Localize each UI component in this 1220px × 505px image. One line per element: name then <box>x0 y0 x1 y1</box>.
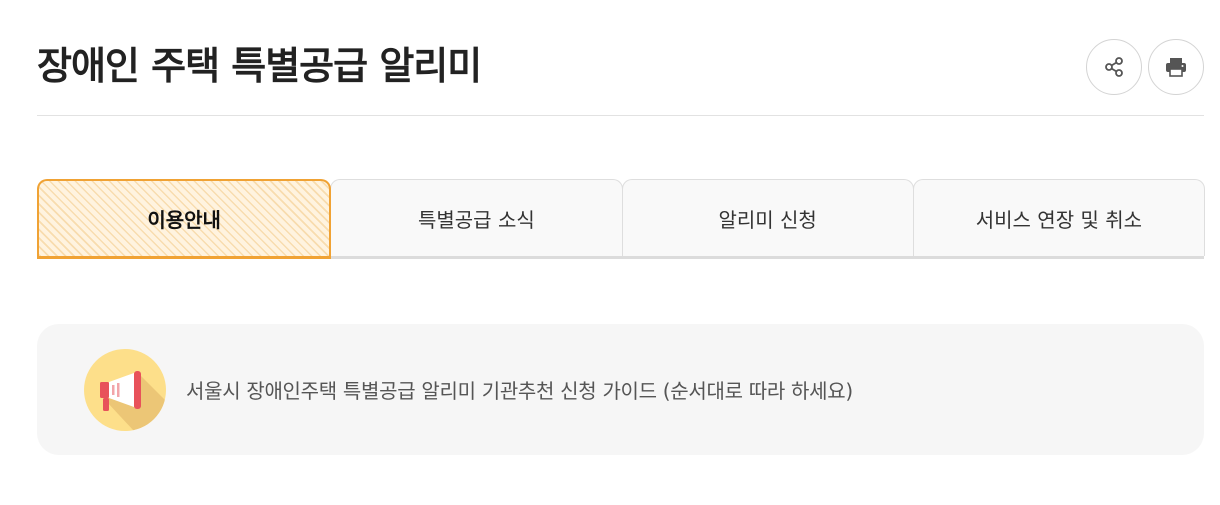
tab-usage-guide[interactable]: 이용안내 <box>37 179 332 259</box>
tab-label: 이용안내 <box>147 208 221 232</box>
header-actions <box>1086 39 1204 95</box>
page-title: 장애인 주택 특별공급 알리미 <box>37 44 482 88</box>
tab-bar: 이용안내 특별공급 소식 알리미 신청 서비스 연장 및 취소 <box>37 179 1205 259</box>
header-divider <box>37 115 1204 116</box>
tab-label: 특별공급 소식 <box>417 207 535 232</box>
print-icon <box>1166 58 1186 77</box>
tab-special-supply-news[interactable]: 특별공급 소식 <box>330 179 623 256</box>
print-button[interactable] <box>1148 39 1204 95</box>
page: 장애인 주택 특별공급 알리미 이용안내 특별공급 소식 알리미 신청 서비스 … <box>0 0 1220 505</box>
notice-text: 서울시 장애인주택 특별공급 알리미 기관추천 신청 가이드 (순서대로 따라 … <box>186 379 853 403</box>
share-button[interactable] <box>1086 39 1142 95</box>
share-icon <box>1105 57 1123 77</box>
tab-extend-cancel[interactable]: 서비스 연장 및 취소 <box>912 179 1205 256</box>
tab-label: 알리미 신청 <box>718 207 817 232</box>
tab-label: 서비스 연장 및 취소 <box>975 207 1143 232</box>
notice-box: 서울시 장애인주택 특별공급 알리미 기관추천 신청 가이드 (순서대로 따라 … <box>37 324 1204 455</box>
tab-alert-signup[interactable]: 알리미 신청 <box>621 179 914 256</box>
megaphone-icon <box>84 348 166 431</box>
